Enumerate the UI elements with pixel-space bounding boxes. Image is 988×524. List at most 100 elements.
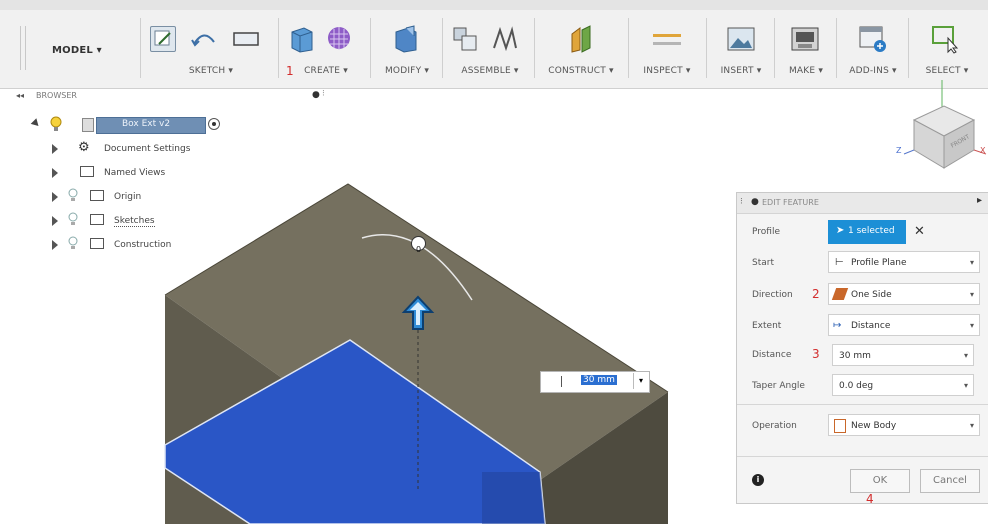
extent-value: Distance bbox=[851, 321, 891, 331]
toolbar-top-strip bbox=[0, 0, 988, 10]
panel-collapse-icon[interactable]: ▸ bbox=[977, 195, 982, 206]
assemble-group[interactable]: ASSEMBLE ▾ bbox=[446, 18, 532, 80]
profile-label: Profile bbox=[752, 227, 780, 237]
panel-title: EDIT FEATURE bbox=[762, 198, 819, 207]
distance-overlay-input[interactable]: 30 mm ▾ bbox=[540, 371, 650, 393]
toolbar-separator bbox=[774, 18, 775, 78]
toolbar-separator bbox=[442, 18, 443, 78]
panel-grip-icon[interactable]: ⁝ bbox=[740, 197, 743, 207]
modify-menu-label[interactable]: MODIFY ▾ bbox=[374, 66, 440, 76]
distance-label: Distance bbox=[752, 350, 792, 360]
profile-select-button[interactable]: ➤ 1 selected bbox=[828, 220, 906, 244]
profile-plane-icon: ⊢ bbox=[835, 257, 844, 268]
chevron-down-icon[interactable]: ▾ bbox=[964, 345, 968, 367]
new-body-icon bbox=[834, 419, 846, 433]
3d-print-icon[interactable] bbox=[790, 24, 820, 54]
one-side-icon bbox=[831, 288, 849, 300]
step-number-1: 1 bbox=[286, 64, 294, 78]
construct-group[interactable]: CONSTRUCT ▾ bbox=[538, 18, 624, 80]
toolbar-separator bbox=[370, 18, 371, 78]
undo-arc-icon[interactable] bbox=[190, 28, 218, 50]
panel-status-dot-icon: ● bbox=[751, 197, 759, 207]
inspect-group[interactable]: INSPECT ▾ bbox=[632, 18, 702, 80]
sketch-group[interactable]: SKETCH ▾ bbox=[146, 18, 276, 80]
chevron-down-icon: ▾ bbox=[969, 321, 974, 330]
distance-field[interactable]: 30 mm ▾ bbox=[832, 344, 974, 366]
press-pull-icon[interactable] bbox=[390, 24, 420, 54]
create-sketch-icon[interactable] bbox=[150, 26, 176, 52]
start-value: Profile Plane bbox=[851, 258, 907, 268]
toolbar-separator bbox=[706, 18, 707, 78]
cancel-button[interactable]: Cancel bbox=[920, 469, 980, 493]
angle-handle-value: 0 bbox=[415, 245, 422, 254]
ok-button[interactable]: OK bbox=[850, 469, 910, 493]
profile-selected-value: 1 selected bbox=[848, 226, 895, 236]
chevron-down-icon: ▾ bbox=[969, 258, 974, 267]
rectangle-icon[interactable] bbox=[232, 30, 262, 48]
new-component-icon[interactable] bbox=[450, 24, 480, 54]
insert-image-icon[interactable] bbox=[726, 24, 756, 54]
inspect-menu-label[interactable]: INSPECT ▾ bbox=[632, 66, 702, 76]
step-number-3: 3 bbox=[812, 347, 820, 361]
assemble-menu-label[interactable]: ASSEMBLE ▾ bbox=[450, 66, 530, 76]
browser-options-icon[interactable]: ⁝ bbox=[322, 89, 325, 99]
viewcube[interactable]: Z X FRONT bbox=[894, 80, 988, 170]
construct-menu-label[interactable]: CONSTRUCT ▾ bbox=[538, 66, 624, 76]
toolbar-separator bbox=[278, 18, 279, 78]
step-number-2: 2 bbox=[812, 287, 820, 301]
insert-group[interactable]: INSERT ▾ bbox=[710, 18, 772, 80]
select-window-icon[interactable] bbox=[930, 24, 960, 54]
operation-dropdown[interactable]: New Body ▾ bbox=[828, 414, 980, 436]
viewcube-axis-z: Z bbox=[896, 146, 902, 155]
extrude-icon[interactable] bbox=[286, 24, 316, 54]
info-icon[interactable]: i bbox=[752, 474, 764, 486]
addins-group[interactable]: ADD-INS ▾ bbox=[840, 18, 906, 80]
toolbar-separator bbox=[908, 18, 909, 78]
toolbar-separator bbox=[836, 18, 837, 78]
operation-label: Operation bbox=[752, 421, 797, 431]
collapse-arrows-icon[interactable]: ◂◂ bbox=[16, 91, 24, 100]
workspace-switcher[interactable]: MODEL ▾ bbox=[52, 38, 132, 58]
workspace-label: MODEL ▾ bbox=[52, 45, 102, 56]
toolbar-grip[interactable] bbox=[20, 26, 26, 70]
measure-icon[interactable] bbox=[652, 28, 682, 52]
panel-header[interactable]: ⁝ ● EDIT FEATURE ▸ bbox=[737, 193, 988, 214]
chevron-down-icon: ▾ bbox=[969, 290, 974, 299]
start-label: Start bbox=[752, 258, 774, 268]
select-group[interactable]: SELECT ▾ bbox=[912, 18, 982, 80]
distance-arrows-icon: ↦ bbox=[833, 320, 842, 331]
make-group[interactable]: MAKE ▾ bbox=[778, 18, 834, 80]
joint-icon[interactable] bbox=[490, 24, 520, 54]
model-viewport[interactable] bbox=[0, 100, 740, 524]
create-menu-label[interactable]: CREATE ▾ bbox=[294, 66, 358, 76]
selected-profile-side[interactable] bbox=[482, 472, 545, 524]
browser-pin-icon[interactable]: ● bbox=[312, 90, 320, 100]
make-menu-label[interactable]: MAKE ▾ bbox=[778, 66, 834, 76]
taper-angle-value: 0.0 deg bbox=[839, 381, 874, 391]
offset-plane-icon[interactable] bbox=[566, 24, 596, 54]
select-menu-label[interactable]: SELECT ▾ bbox=[912, 66, 982, 76]
addins-menu-label[interactable]: ADD-INS ▾ bbox=[840, 66, 906, 76]
start-dropdown[interactable]: ⊢ Profile Plane ▾ bbox=[828, 251, 980, 273]
cursor-marker bbox=[561, 376, 562, 387]
direction-dropdown[interactable]: One Side ▾ bbox=[828, 283, 980, 305]
operation-value: New Body bbox=[851, 421, 897, 431]
pattern-icon[interactable] bbox=[324, 24, 354, 54]
sketch-menu-label[interactable]: SKETCH ▾ bbox=[176, 66, 246, 76]
toolbar-separator bbox=[140, 18, 141, 78]
modify-group[interactable]: MODIFY ▾ bbox=[374, 18, 440, 80]
angle-handle[interactable]: 0 bbox=[411, 236, 426, 254]
taper-angle-field[interactable]: 0.0 deg ▾ bbox=[832, 374, 974, 396]
panel-footer-divider bbox=[737, 456, 988, 457]
create-group[interactable]: 1 CREATE ▾ bbox=[282, 18, 366, 80]
viewcube-axis-x: X bbox=[980, 146, 986, 155]
chevron-down-icon[interactable]: ▾ bbox=[964, 375, 968, 397]
clear-selection-icon[interactable]: ✕ bbox=[914, 224, 925, 239]
toolbar-separator bbox=[628, 18, 629, 78]
distance-overlay-value: 30 mm bbox=[581, 375, 617, 385]
scripts-icon[interactable] bbox=[858, 24, 888, 54]
extent-dropdown[interactable]: ↦ Distance ▾ bbox=[828, 314, 980, 336]
insert-menu-label[interactable]: INSERT ▾ bbox=[710, 66, 772, 76]
dropdown-arrow-icon[interactable]: ▾ bbox=[633, 373, 648, 389]
extrude-arrow-manipulator[interactable] bbox=[401, 295, 435, 335]
